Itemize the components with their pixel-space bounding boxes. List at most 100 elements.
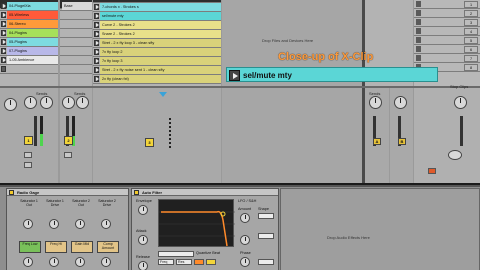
play-icon[interactable] [1,57,6,63]
clip-slot[interactable] [60,47,92,56]
scene-row[interactable]: 1 [414,0,480,9]
clip-slot[interactable]: Stret - 2 x fty loop 3 - clean sfty [93,39,221,48]
x-clip-closeup[interactable]: sel/mute mty [226,67,438,82]
play-icon[interactable] [1,21,6,27]
clip-slot[interactable] [0,65,58,74]
clip[interactable]: 07-Plugins [7,47,58,55]
clip-slot[interactable]: sel/mute mty [93,12,221,21]
clip-slot[interactable]: 1-05 Ambience [0,56,58,65]
scene-row[interactable]: 2 [414,9,480,18]
scene-launch-icon[interactable] [416,19,421,25]
play-icon[interactable] [229,70,240,81]
scene-row[interactable]: 6 [414,45,480,54]
clip[interactable]: Curve 2 - Strokes 2 [100,21,221,29]
clip[interactable]: Stret - 2 x fty noise sent 1 - clean sft… [100,66,221,74]
headphones-icon[interactable] [448,150,462,160]
clip-slot[interactable]: 7x fty loop 3 [93,57,221,66]
play-icon[interactable] [1,30,6,36]
clip-slot[interactable]: 7-chords x . Strokes s [93,3,221,12]
clip-slot[interactable]: 04-Plugins [0,29,58,38]
play-icon[interactable] [1,12,6,18]
play-icon[interactable] [94,58,99,64]
clip-slot[interactable] [60,65,92,74]
track-activator-3[interactable]: 3 [145,138,154,147]
play-icon[interactable] [94,40,99,46]
play-icon[interactable] [1,3,6,9]
clip-slot[interactable]: Curve 2 - Strokes 2 [93,21,221,30]
clip-slot[interactable]: 06-Stereo [0,20,58,29]
master-volume-fader[interactable] [460,116,463,146]
play-icon[interactable] [94,49,99,55]
clip[interactable]: 05-Plugins [7,38,58,46]
scene-row[interactable]: 4 [414,27,480,36]
comp-amount-button[interactable]: Comp Amount [97,241,119,253]
clip[interactable]: 7x fty loop 3 [100,57,221,65]
scene-launch-icon[interactable] [416,55,421,61]
macro-knob-4[interactable] [101,219,111,229]
clip-slot[interactable]: Base [60,2,92,11]
clip-slot[interactable] [60,38,92,47]
send-knob[interactable] [394,96,407,109]
lfo-rate-knob[interactable] [240,235,250,245]
clip[interactable]: 04-Plugins [7,29,58,37]
clip[interactable]: 05-Wireless [7,11,58,19]
volume-fader[interactable] [34,116,37,146]
play-icon[interactable] [94,67,99,73]
envelope-knob[interactable] [138,205,148,215]
offset-field[interactable] [258,259,274,265]
clip[interactable]: Snare 2 - Strokes 2 [100,30,221,38]
return-a-button[interactable]: A [373,138,381,145]
pan-knob[interactable] [4,98,17,111]
clip[interactable]: 06-Stereo [7,20,58,28]
scene-row[interactable]: 3 [414,18,480,27]
clip-slot[interactable]: 2x fty (clean fxt) [93,75,221,84]
audio-effects-drop-area[interactable]: Drop Audio Effects Here [280,188,480,270]
attack-knob[interactable] [138,235,148,245]
play-icon[interactable] [94,31,99,37]
lfo-amount-knob[interactable] [240,213,250,223]
filter-curve-display[interactable] [158,199,235,247]
solo-button[interactable] [24,152,32,158]
gain-mid-button[interactable]: Gain Mid [71,241,93,253]
sync-button[interactable] [258,233,274,239]
clip-slot[interactable]: 04-PlugelXla [0,2,58,11]
quantize-on-button[interactable] [194,259,204,265]
clip-slot[interactable] [60,56,92,65]
release-knob[interactable] [138,261,148,270]
clip-slot[interactable]: 05-Wireless [0,11,58,20]
clip-slot[interactable]: 7x fty loop 2 [93,48,221,57]
send-a-knob[interactable] [62,96,75,109]
clip-slot[interactable]: 05-Plugins [0,38,58,47]
solo-button[interactable] [64,152,72,158]
res-field[interactable]: Res [176,259,192,265]
return-b-button[interactable]: B [398,138,406,145]
scene-row[interactable]: 5 [414,36,480,45]
scene-launch-icon[interactable] [416,46,421,52]
clip[interactable]: Stret - 2 x fty loop 3 - clean sfty [100,39,221,47]
clip[interactable]: 04-PlugelXla [7,2,58,10]
send-a-knob[interactable] [24,96,37,109]
device-on-button[interactable] [134,190,139,195]
send-b-knob[interactable] [76,96,89,109]
macro-knob-6[interactable] [49,257,59,267]
stop-slot-icon[interactable] [1,66,6,72]
play-icon[interactable] [94,76,99,82]
clip-slot[interactable]: 07-Plugins [0,47,58,56]
freq-field[interactable]: Freq [158,259,174,265]
send-b-knob[interactable] [40,96,53,109]
clip-slot[interactable]: Stret - 2 x fty noise sent 1 - clean sft… [93,66,221,75]
clip-slot[interactable] [60,29,92,38]
quantize-value[interactable] [206,259,216,265]
cue-volume-knob[interactable] [454,96,467,109]
clip[interactable]: 7x fty loop 2 [100,48,221,56]
freq-low-button[interactable]: Freq Low [19,241,41,253]
scene-launch-icon[interactable] [416,10,421,16]
track-activator-2[interactable]: 2 [64,136,73,145]
send-knob[interactable] [369,96,382,109]
play-icon[interactable] [94,22,99,28]
play-icon[interactable] [1,48,6,54]
play-icon[interactable] [94,4,99,10]
macro-knob-5[interactable] [23,257,33,267]
play-icon[interactable] [1,39,6,45]
shape-selector[interactable] [258,213,274,219]
